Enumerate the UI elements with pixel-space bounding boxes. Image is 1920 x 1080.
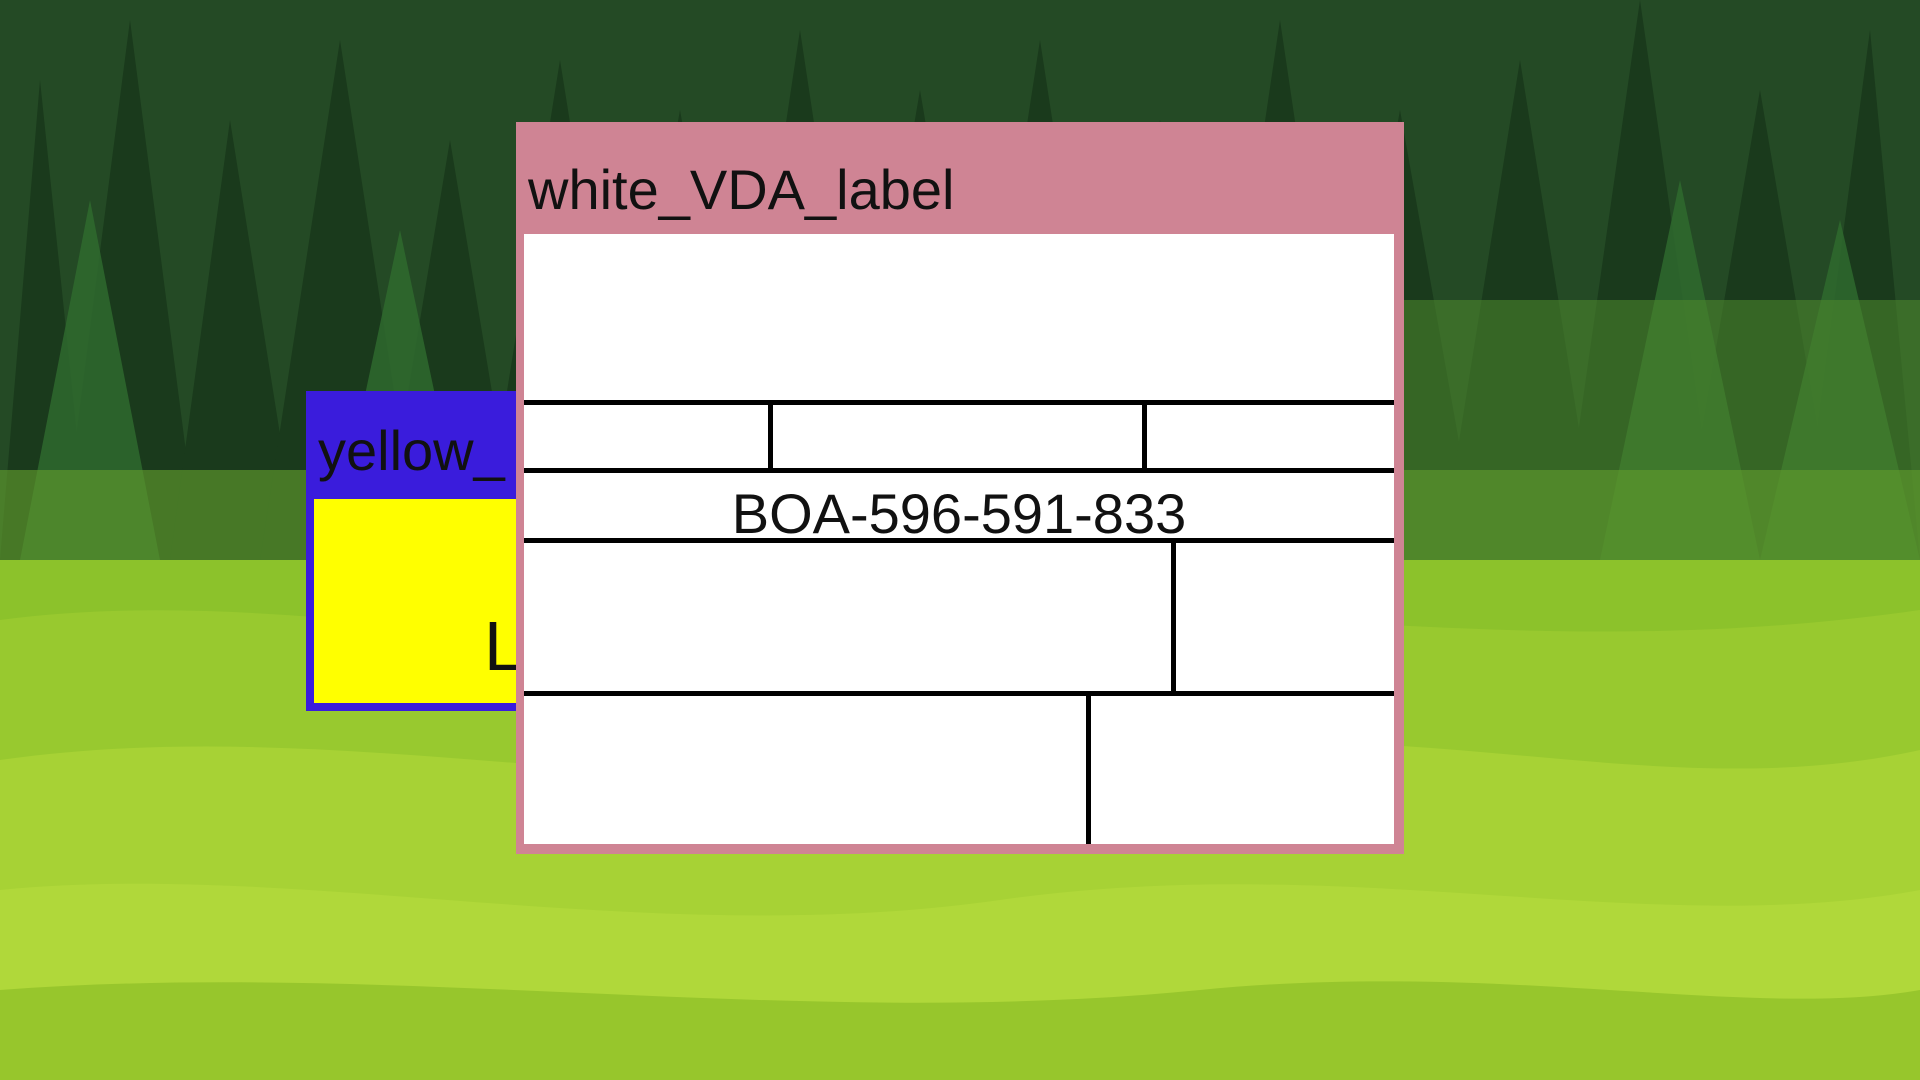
form-divider-1 <box>524 400 1394 405</box>
desktop: yellow_ L white_VDA_label BOA-596-591-83… <box>0 0 1920 1080</box>
form-col-divider-4 <box>1086 691 1091 844</box>
form-divider-2 <box>524 468 1394 473</box>
yellow-window-title: yellow_ <box>318 419 505 482</box>
white-vda-label-window[interactable]: white_VDA_label BOA-596-591-833 <box>516 122 1404 854</box>
form-col-divider-1 <box>768 400 773 470</box>
form-divider-4 <box>524 691 1394 696</box>
label-code-field: BOA-596-591-833 <box>731 482 1187 545</box>
form-col-divider-3 <box>1171 538 1176 693</box>
form-col-divider-2 <box>1142 400 1147 470</box>
white-window-title: white_VDA_label <box>528 158 955 221</box>
vda-label-form: BOA-596-591-833 <box>524 234 1394 844</box>
white-window-titlebar[interactable]: white_VDA_label <box>516 122 1404 230</box>
